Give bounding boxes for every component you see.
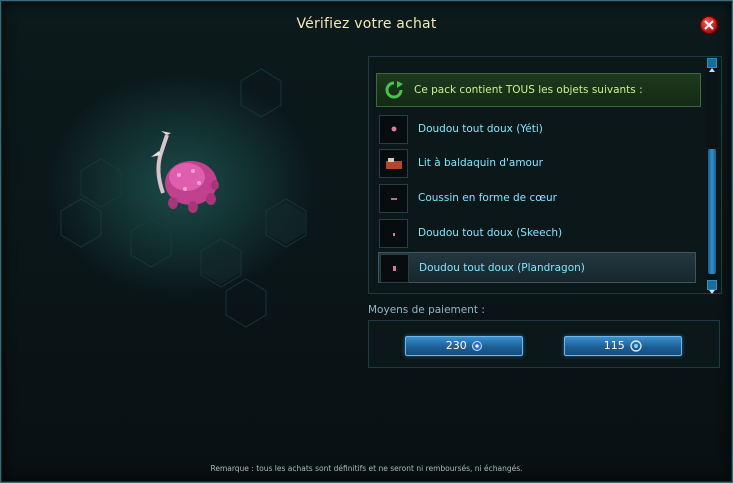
item-thumbnail <box>379 219 408 248</box>
list-item-selected[interactable]: Doudou tout doux (Plandragon) <box>378 252 696 283</box>
pack-header: Ce pack contient TOUS les objets suivant… <box>376 73 701 107</box>
close-icon <box>704 20 714 30</box>
item-label: Doudou tout doux (Plandragon) <box>419 262 585 274</box>
list-item[interactable]: Doudou tout doux (Yéti) <box>378 114 696 145</box>
remark-text: Remarque : tous les achats sont définiti… <box>210 464 523 473</box>
arrow-down-icon <box>709 290 715 294</box>
price-amount: 230 <box>445 339 467 352</box>
arrow-up-icon <box>709 68 715 72</box>
refresh-icon <box>385 81 403 99</box>
pay-ogrines-button[interactable]: 230 <box>405 336 523 356</box>
scroll-up-button[interactable] <box>707 58 717 72</box>
close-button[interactable] <box>700 16 718 34</box>
item-label: Doudou tout doux (Yéti) <box>418 123 543 135</box>
payment-panel: 230 115 <box>368 320 720 368</box>
list-item[interactable]: Doudou tout doux (Skeech) <box>378 218 696 249</box>
item-label: Coussin en forme de cœur <box>418 192 557 204</box>
price-amount: 115 <box>603 339 625 352</box>
item-thumbnail <box>379 149 408 178</box>
pack-header-text: Ce pack contient TOUS les objets suivant… <box>414 84 643 96</box>
kama-icon <box>630 340 642 352</box>
list-item[interactable]: Coussin en forme de cœur <box>378 183 696 214</box>
item-thumbnail <box>380 254 409 283</box>
item-label: Lit à baldaquin d'amour <box>418 157 543 169</box>
ogrine-icon <box>472 341 483 351</box>
payment-label: Moyens de paiement : <box>368 304 485 316</box>
scroll-down-button[interactable] <box>707 280 717 294</box>
item-thumbnail <box>379 184 408 213</box>
purchase-window: Vérifiez votre achat Ce pack contient TO… <box>0 0 733 483</box>
item-thumbnail <box>379 115 408 144</box>
pack-items-panel: Ce pack contient TOUS les objets suivant… <box>368 56 722 294</box>
item-label: Doudou tout doux (Skeech) <box>418 227 563 239</box>
scrollbar-thumb[interactable] <box>708 149 716 274</box>
pay-kamas-button[interactable]: 115 <box>564 336 682 356</box>
window-title: Vérifiez votre achat <box>296 16 437 32</box>
pet-preview-image <box>151 131 219 213</box>
list-item[interactable]: Lit à baldaquin d'amour <box>378 148 696 179</box>
